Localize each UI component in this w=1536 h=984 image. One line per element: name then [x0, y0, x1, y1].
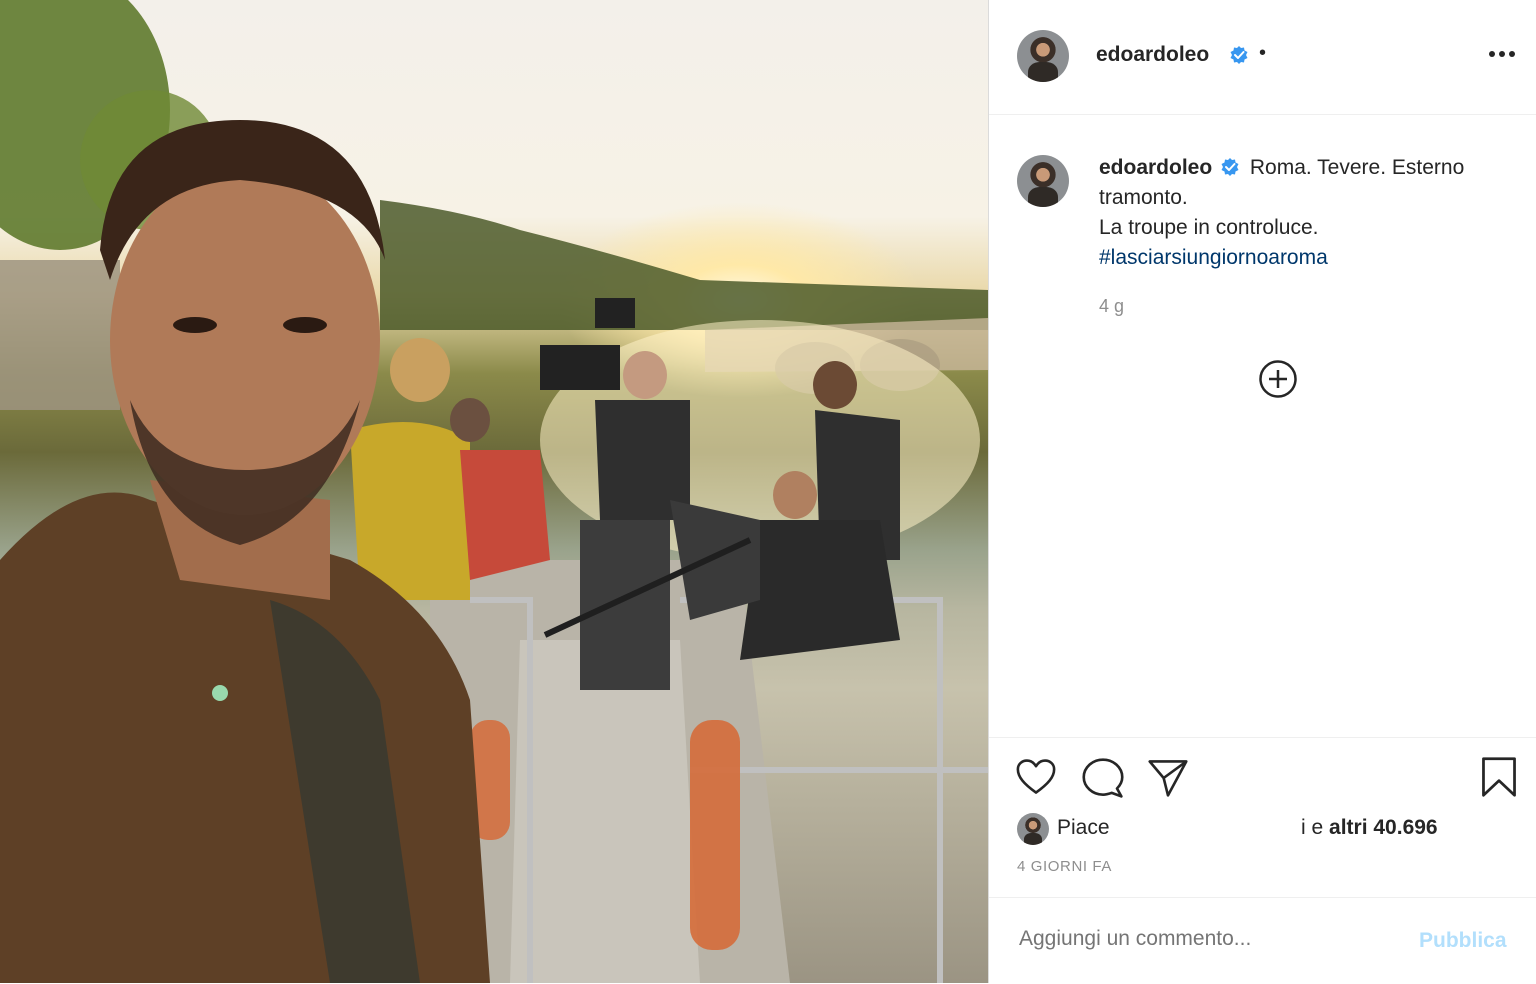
- post-side-panel: edoardoleo • edoardoleo Roma. Tevere. Es…: [988, 0, 1536, 983]
- add-circle-icon[interactable]: [1258, 359, 1298, 399]
- likes-prefix: Piace: [1057, 816, 1110, 839]
- caption-text-line2: La troupe in controluce.: [1099, 216, 1319, 239]
- likes-others[interactable]: altri 40.696: [1329, 816, 1438, 839]
- post-header: edoardoleo •: [989, 0, 1536, 115]
- verified-badge-icon: [1230, 46, 1248, 64]
- post-caption: edoardoleo Roma. Tevere. Esterno tramont…: [1099, 153, 1509, 273]
- author-username[interactable]: edoardoleo: [1096, 43, 1209, 67]
- likes-count[interactable]: i e altri 40.696: [1301, 816, 1438, 840]
- publish-button[interactable]: Pubblica: [1419, 929, 1507, 953]
- instagram-post-window: edoardoleo • edoardoleo Roma. Tevere. Es…: [0, 0, 1536, 983]
- caption-relative-time: 4 g: [1099, 296, 1125, 316]
- header-separator-dot: •: [1259, 42, 1267, 64]
- likes-middle: i e: [1301, 816, 1324, 839]
- post-photo[interactable]: [0, 0, 988, 983]
- liker-avatar[interactable]: [1017, 813, 1049, 845]
- post-date: 4 GIORNI FA: [1017, 858, 1112, 875]
- photo-illustration: [0, 0, 988, 983]
- comment-input[interactable]: [1017, 926, 1401, 952]
- caption-avatar[interactable]: [1017, 155, 1069, 207]
- caption-username[interactable]: edoardoleo: [1099, 156, 1212, 179]
- caption-hashtag-link[interactable]: #lasciarsiungiornoaroma: [1099, 243, 1509, 273]
- paper-plane-icon[interactable]: [1147, 758, 1189, 798]
- comment-bubble-icon[interactable]: [1082, 757, 1124, 799]
- comment-box: Pubblica: [989, 897, 1536, 984]
- bookmark-icon[interactable]: [1480, 756, 1518, 798]
- heart-icon[interactable]: [1015, 758, 1057, 796]
- more-options-icon[interactable]: [1487, 42, 1517, 66]
- verified-badge-icon: [1221, 158, 1239, 176]
- author-avatar[interactable]: [1017, 30, 1069, 82]
